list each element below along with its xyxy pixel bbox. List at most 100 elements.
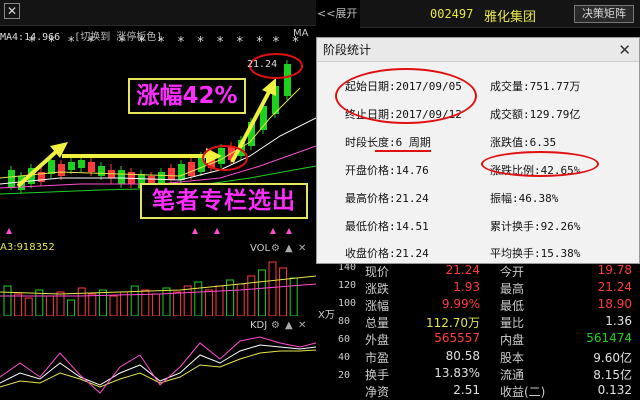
volume-bar — [3, 285, 12, 316]
candle-body — [284, 64, 291, 96]
duration: 时段长度:6 周期 — [345, 136, 431, 149]
expand-button[interactable]: <<展开 — [317, 5, 357, 21]
volume-bar — [183, 285, 192, 316]
volume-unit-label: X万 — [318, 310, 335, 321]
quote-value: 2.51 — [453, 382, 480, 397]
quote-value: 112.70万 — [426, 316, 480, 331]
axis-tick: 100 — [338, 298, 357, 309]
axis-tick: 80 — [338, 316, 351, 327]
stock-name: 雅化集团 — [484, 10, 537, 25]
quote-value: 8.15亿 — [593, 367, 632, 382]
quote-label: 市盈 — [365, 350, 390, 365]
quote-label: 最低 — [500, 299, 525, 314]
candle-body — [188, 162, 195, 176]
cumulative-turnover: 累计换手:92.26% — [490, 220, 581, 233]
quote-label: 现价 — [365, 265, 390, 279]
column-annotation: 笔者专栏选出 — [140, 183, 308, 219]
high-price: 最高价格:21.24 — [345, 192, 429, 205]
volume-axis: 140 120 100 80 60 40 20 — [316, 262, 360, 400]
signal-marker — [6, 228, 12, 234]
candle-body — [68, 162, 75, 170]
candle-body — [88, 162, 95, 172]
candle-body — [168, 168, 175, 180]
dialog-title[interactable]: 阶段统计 — [317, 38, 639, 62]
chart-area[interactable]: ✕ MA4:14.966 [切换到 涨停板色] MA * * * * * * *… — [0, 0, 316, 400]
quote-label: 涨跌 — [365, 282, 390, 297]
kdj-chart[interactable] — [0, 333, 316, 400]
candle-body — [118, 170, 125, 184]
decision-matrix-button[interactable]: 决策矩阵 — [574, 5, 634, 23]
quote-row: 总量 112.70万 量比 1.36 — [360, 313, 640, 331]
volume-bar — [257, 269, 266, 316]
volume-bar — [268, 261, 277, 316]
volume-bar — [289, 277, 298, 316]
end-date: 终止日期:2017/09/12 — [345, 108, 462, 121]
volume-bar — [14, 293, 23, 316]
candle-body — [48, 160, 55, 174]
volume-bar — [173, 291, 182, 316]
volume-bar — [77, 287, 86, 316]
axis-tick: 120 — [338, 280, 357, 291]
volume-bar — [98, 289, 107, 316]
volume-bar — [120, 291, 129, 316]
stage-statistics-dialog[interactable]: 阶段统计 ✕ 起始日期:2017/09/05 终止日期:2017/09/12 时… — [316, 37, 640, 264]
volume-bar — [279, 267, 288, 316]
close-icon[interactable]: ✕ — [4, 3, 20, 19]
change-value: 涨跌值:6.35 — [490, 136, 557, 149]
quote-value: 21.24 — [597, 280, 632, 295]
quote-value: 19.78 — [597, 263, 632, 277]
volume-bar — [35, 289, 44, 316]
start-date: 起始日期:2017/09/05 — [345, 80, 462, 93]
signal-marker — [286, 228, 292, 234]
quote-row: 现价 21.24 今开 19.78 — [360, 262, 640, 279]
kdj-label: KDJ — [250, 320, 268, 331]
kdj-header — [0, 319, 316, 333]
vol-label: VOL — [250, 243, 271, 254]
low-price: 最低价格:14.51 — [345, 220, 429, 233]
quote-value: 561474 — [586, 331, 632, 346]
quote-value: 9.99% — [441, 297, 480, 312]
quote-label: 流通 — [500, 367, 525, 382]
quote-value: 21.24 — [445, 263, 480, 277]
kdj-up-arrow-icon[interactable]: ▲ — [285, 320, 293, 331]
high-price-label: 21.24 — [247, 59, 278, 70]
quote-row: 涨跌 1.93 最高 21.24 — [360, 279, 640, 297]
axis-tick: 60 — [338, 334, 351, 345]
gain-annotation: 涨幅42% — [128, 78, 246, 114]
signal-marker — [270, 228, 276, 234]
amplitude: 振幅:46.38% — [490, 192, 559, 205]
change-ratio: 涨跌比例:42.65% — [490, 164, 581, 177]
candle-body — [98, 166, 105, 176]
volume-bar — [204, 289, 213, 316]
quote-label: 内盘 — [500, 333, 525, 348]
volume-bar — [247, 275, 256, 316]
vol-up-arrow-icon[interactable]: ▲ — [285, 243, 293, 254]
kdj-settings-icon[interactable]: ⚙ — [271, 320, 280, 331]
volume-chart[interactable] — [0, 256, 316, 316]
quote-label: 净资 — [365, 384, 390, 399]
quote-row: 涨幅 9.99% 最低 18.90 — [360, 296, 640, 314]
quote-label: 收益(二) — [500, 384, 546, 399]
quote-label: 外盘 — [365, 333, 390, 348]
dialog-close-icon[interactable]: ✕ — [618, 40, 631, 60]
quote-value: 565557 — [434, 331, 480, 346]
volume-bar — [236, 283, 245, 316]
vol-settings-icon[interactable]: ⚙ — [271, 243, 280, 254]
stock-title-bar: 002497 雅化集团 决策矩阵 — [360, 0, 640, 28]
candle-body — [58, 164, 65, 176]
quote-value: 9.60亿 — [593, 350, 632, 365]
quote-label: 换手 — [365, 367, 390, 382]
open-price: 开盘价格:14.76 — [345, 164, 429, 177]
quote-label: 涨幅 — [365, 299, 390, 314]
vol-close-icon[interactable]: ✕ — [298, 243, 306, 254]
volume-bar — [109, 295, 118, 316]
volume-bar — [130, 285, 139, 316]
quote-value: 1.36 — [605, 314, 632, 329]
volume-indicator-value: A3:918352 — [0, 242, 55, 253]
quote-label: 量比 — [500, 316, 525, 331]
volume-bar — [45, 295, 54, 316]
axis-tick: 20 — [338, 370, 351, 381]
signal-marker — [214, 228, 220, 234]
axis-tick: 40 — [338, 352, 351, 363]
kdj-close-icon[interactable]: ✕ — [298, 320, 306, 331]
